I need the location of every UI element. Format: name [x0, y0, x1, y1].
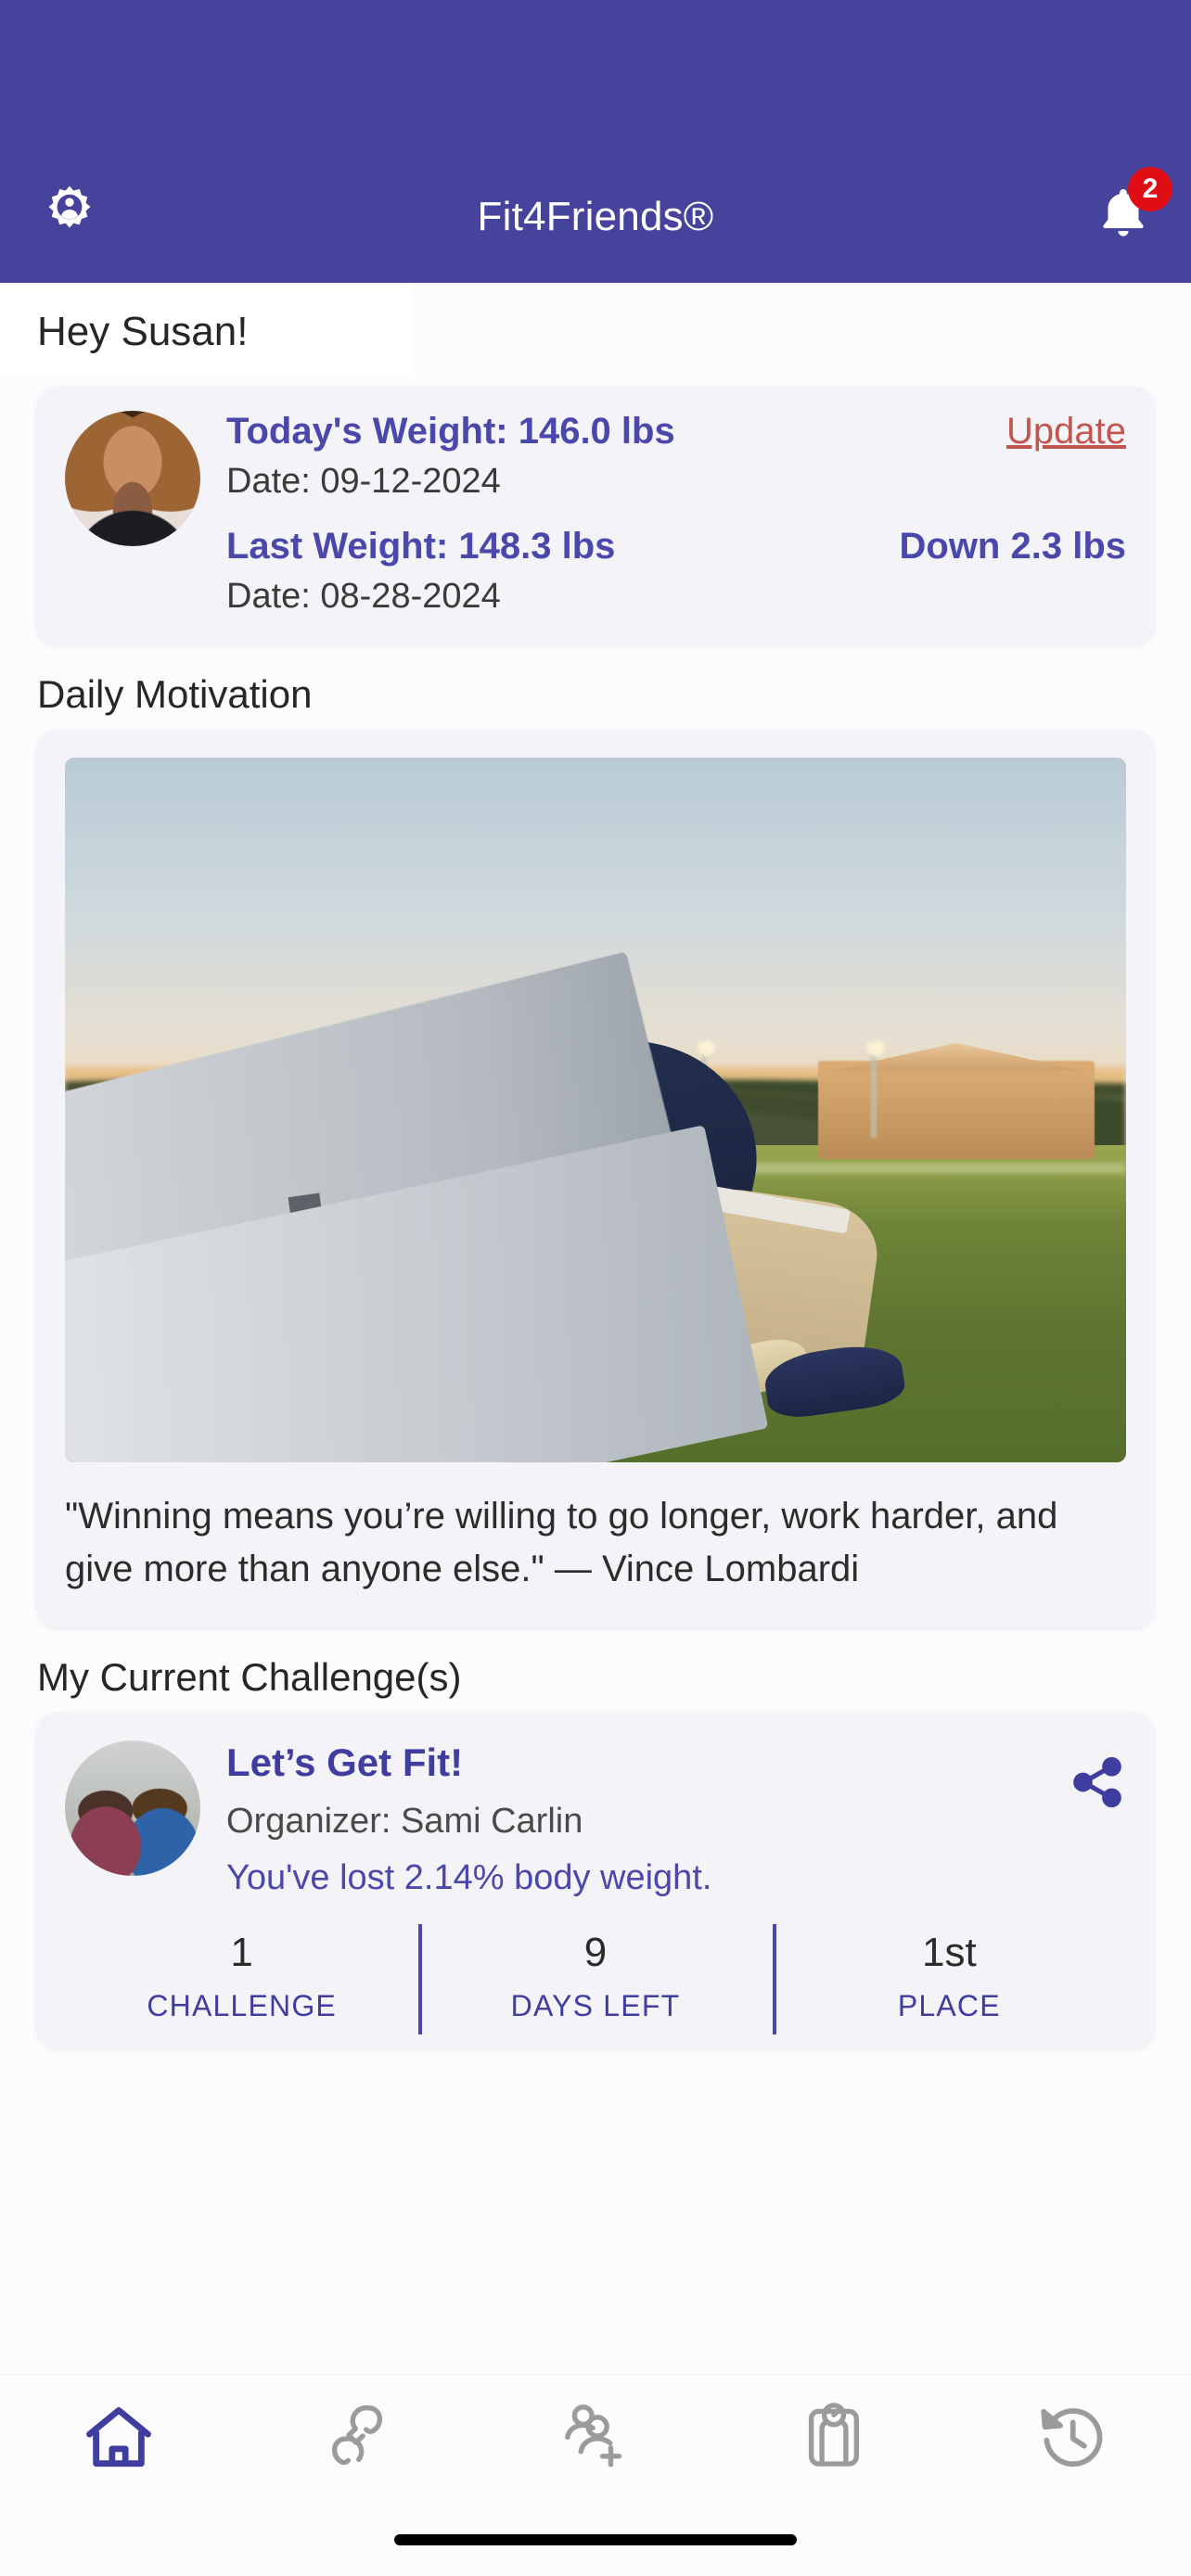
- weight-scale-icon: [794, 2403, 874, 2480]
- daily-motivation-card: 15 "Winning means you’re willing to go l…: [37, 730, 1154, 1627]
- gear-person-icon: [37, 182, 102, 251]
- challenge-stats: 1 CHALLENGE 9 DAYS LEFT 1st PLACE: [65, 1923, 1126, 2047]
- current-challenges-heading: My Current Challenge(s): [37, 1654, 462, 1699]
- challenge-card-top: Let’s Get Fit! Organizer: Sami Carlin Yo…: [65, 1740, 1126, 1898]
- greeting-text: Hey Susan!: [37, 309, 249, 354]
- challenge-progress: You've lost 2.14% body weight.: [226, 1857, 712, 1897]
- daily-motivation-heading: Daily Motivation: [37, 672, 313, 716]
- update-weight-link[interactable]: Update: [1006, 411, 1126, 453]
- stat-days-left: 9 DAYS LEFT: [418, 1923, 772, 2047]
- last-weight-row: Last Weight: 148.3 lbs Down 2.3 lbs: [226, 526, 1126, 567]
- stat-label: CHALLENGE: [147, 1988, 337, 2022]
- challenge-avatar: [65, 1740, 200, 1876]
- notifications-button[interactable]: 2: [1093, 167, 1172, 251]
- greeting-container: Hey Susan!: [0, 283, 413, 376]
- stat-challenge: 1 CHALLENGE: [65, 1924, 418, 2047]
- nav-item-home[interactable]: [79, 2397, 159, 2481]
- image-lamp-glow: [697, 1039, 714, 1056]
- share-icon: [1069, 1756, 1126, 1815]
- today-weight-label: Today's Weight: 146.0 lbs: [226, 411, 675, 452]
- app-screen: Fit4Friends® 2 Hey Susan! Today's Weight…: [0, 0, 1191, 2576]
- nav-item-challenges[interactable]: [317, 2397, 397, 2481]
- home-icon: [79, 2406, 159, 2480]
- image-lamp-glow: [866, 1039, 884, 1056]
- home-indicator-area: [0, 2504, 1191, 2576]
- stat-label: DAYS LEFT: [510, 1988, 681, 2022]
- nav-item-add-friends[interactable]: [556, 2397, 635, 2481]
- user-avatar[interactable]: [65, 411, 200, 546]
- stat-value: 1: [230, 1929, 253, 1975]
- today-weight-row: Today's Weight: 146.0 lbs Update: [226, 411, 1126, 453]
- image-building: [818, 1060, 1095, 1160]
- stat-label: PLACE: [897, 1988, 1001, 2022]
- main-content: Hey Susan! Today's Weight: 146.0 lbs Upd…: [0, 283, 1191, 2374]
- last-weight-label: Last Weight: 148.3 lbs: [226, 526, 616, 567]
- home-indicator[interactable]: [394, 2534, 797, 2545]
- today-weight-date: Date: 09-12-2024: [226, 462, 501, 501]
- motivation-image: 15: [65, 758, 1126, 1462]
- stat-value: 9: [583, 1929, 608, 1975]
- last-weight-date: Date: 08-28-2024: [226, 577, 501, 616]
- challenge-organizer: Organizer: Sami Carlin: [226, 1801, 583, 1841]
- nav-item-history[interactable]: [1032, 2397, 1112, 2481]
- nav-item-weigh-in[interactable]: [794, 2397, 874, 2481]
- app-header: Fit4Friends® 2: [0, 158, 1191, 283]
- challenge-title[interactable]: Let’s Get Fit!: [226, 1741, 1043, 1785]
- status-bar: [0, 0, 1191, 158]
- account-settings-button[interactable]: [37, 182, 102, 251]
- share-challenge-button[interactable]: [1069, 1741, 1126, 1816]
- notification-badge: 2: [1128, 167, 1172, 211]
- weight-delta-label: Down 2.3 lbs: [899, 526, 1127, 567]
- history-clock-icon: [1032, 2408, 1112, 2480]
- motivation-quote: "Winning means you’re willing to go long…: [65, 1496, 1058, 1589]
- boxing-gloves-icon: [317, 2404, 397, 2480]
- app-title: Fit4Friends®: [477, 193, 714, 239]
- weight-rows: Today's Weight: 146.0 lbs Update Date: 0…: [226, 411, 1126, 617]
- bottom-navigation: [0, 2374, 1191, 2504]
- add-friends-icon: [556, 2404, 635, 2480]
- challenge-info: Let’s Get Fit! Organizer: Sami Carlin Yo…: [226, 1741, 1043, 1898]
- stat-place: 1st PLACE: [772, 1923, 1126, 2047]
- weight-summary-card: Today's Weight: 146.0 lbs Update Date: 0…: [37, 387, 1154, 644]
- challenge-card[interactable]: Let’s Get Fit! Organizer: Sami Carlin Yo…: [37, 1712, 1154, 2047]
- stat-value: 1st: [921, 1929, 977, 1975]
